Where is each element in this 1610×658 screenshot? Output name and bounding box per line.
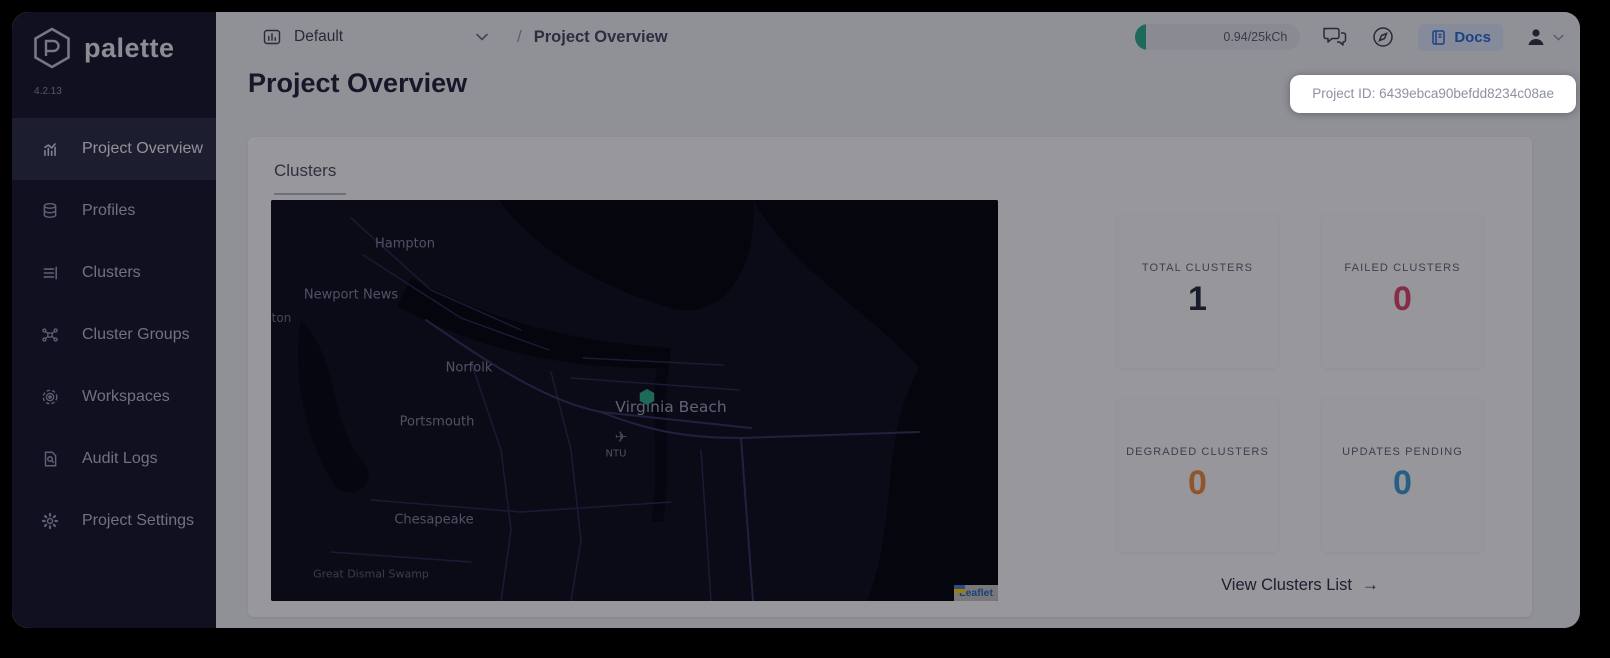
docs-button[interactable]: Docs <box>1418 23 1503 51</box>
chevron-down-icon <box>1553 34 1564 41</box>
map-label: Virginia Beach <box>615 398 727 416</box>
sidebar-item-label: Audit Logs <box>82 450 158 467</box>
book-icon <box>1430 29 1447 46</box>
compass-icon[interactable] <box>1370 24 1396 50</box>
sidebar-item-project-overview[interactable]: Project Overview <box>12 118 216 180</box>
chevron-down-icon <box>476 33 488 41</box>
sidebar-item-profiles[interactable]: Profiles <box>12 180 216 242</box>
stat-value: 0 <box>1393 280 1412 318</box>
stat-value: 0 <box>1188 464 1207 502</box>
sidebar-item-label: Clusters <box>82 264 141 281</box>
stat-label: TOTAL CLUSTERS <box>1141 262 1254 274</box>
sidebar-item-label: Workspaces <box>82 388 170 405</box>
sidebar-item-audit-logs[interactable]: Audit Logs <box>12 428 216 490</box>
map-label: Portsmouth <box>399 414 475 430</box>
tab-clusters[interactable]: Clusters <box>274 161 336 181</box>
view-clusters-list-link[interactable]: View Clusters List → <box>1117 575 1483 595</box>
usage-progress-fill <box>1135 24 1147 50</box>
settings-gear-icon <box>40 511 60 531</box>
stat-degraded-clusters: DEGRADED CLUSTERS 0 <box>1117 397 1278 552</box>
stat-updates-pending: UPDATES PENDING 0 <box>1322 397 1483 552</box>
stat-label: UPDATES PENDING <box>1342 446 1463 458</box>
usage-text: 0.94/25kCh <box>1223 30 1288 44</box>
map-label: Great Dismal Swamp <box>313 567 429 581</box>
airport-icon: ✈ <box>614 429 628 446</box>
map-label: Hampton <box>375 236 435 252</box>
map-label: Chesapeake <box>394 512 474 528</box>
chart-icon <box>262 27 282 47</box>
map-label: NTU <box>605 448 627 460</box>
map-label: Newport News <box>303 287 399 303</box>
sidebar-nav: Project Overview Profiles Clusters Clust… <box>12 118 216 552</box>
overview-chart-icon <box>40 139 60 159</box>
map-label: llton <box>271 311 292 325</box>
tab-underline <box>274 193 346 195</box>
stat-value: 1 <box>1188 280 1207 318</box>
workspaces-rings-icon <box>40 387 60 407</box>
map-attribution[interactable]: Leaflet <box>954 585 998 601</box>
usage-badge[interactable]: 0.94/25kCh <box>1135 24 1301 50</box>
project-id-tooltip: Project ID: 6439ebca90befdd8234c08ae <box>1290 75 1576 113</box>
topbar-actions: 0.94/25kCh Docs <box>1135 12 1564 62</box>
user-menu[interactable] <box>1525 26 1564 48</box>
view-clusters-list-label: View Clusters List <box>1221 576 1352 594</box>
sidebar-item-label: Cluster Groups <box>82 326 190 343</box>
breadcrumb-separator: / <box>517 27 522 46</box>
clusters-card: Clusters Hampton Newport News ton Norfol… <box>248 137 1532 617</box>
app-window: palette 4.2.13 Project Overview Profiles… <box>12 12 1580 628</box>
docs-button-label: Docs <box>1454 28 1491 46</box>
sidebar-item-workspaces[interactable]: Workspaces <box>12 366 216 428</box>
chat-icon[interactable] <box>1322 24 1348 50</box>
stat-value: 0 <box>1393 464 1412 502</box>
cluster-groups-nodes-icon <box>40 325 60 345</box>
audit-logs-icon <box>40 449 60 469</box>
brand-name: palette <box>84 32 175 63</box>
stat-total-clusters: TOTAL CLUSTERS 1 <box>1117 213 1278 368</box>
app-version: 4.2.13 <box>34 86 62 97</box>
sidebar-item-project-settings[interactable]: Project Settings <box>12 490 216 552</box>
cluster-stats: TOTAL CLUSTERS 1 FAILED CLUSTERS 0 DEGRA… <box>1117 213 1483 552</box>
sidebar-item-label: Project Settings <box>82 512 195 529</box>
stat-failed-clusters: FAILED CLUSTERS 0 <box>1322 213 1483 368</box>
sidebar-item-label: Project Overview <box>82 140 203 157</box>
sidebar-item-clusters[interactable]: Clusters <box>12 242 216 304</box>
user-icon <box>1525 26 1547 48</box>
page-title: Project Overview <box>248 68 468 98</box>
brand: palette <box>30 26 175 70</box>
ukraine-flag-icon <box>954 585 966 593</box>
clusters-map[interactable]: Hampton Newport News llton Norfolk Virgi… <box>271 200 998 601</box>
scope-selector-value: Default <box>294 28 344 45</box>
breadcrumb-current[interactable]: Project Overview <box>534 28 668 47</box>
stat-label: FAILED CLUSTERS <box>1344 262 1461 274</box>
arrow-right-icon: → <box>1361 575 1379 594</box>
profiles-stack-icon <box>40 201 60 221</box>
map-label: Norfolk <box>445 360 493 376</box>
topbar: Default / Project Overview 0.94/25kCh Do… <box>216 12 1580 62</box>
palette-logo-icon <box>30 26 74 70</box>
breadcrumb: / Project Overview <box>517 22 668 52</box>
clusters-list-icon <box>40 263 60 283</box>
sidebar-item-label: Profiles <box>82 202 136 219</box>
sidebar-item-cluster-groups[interactable]: Cluster Groups <box>12 304 216 366</box>
project-scope-selector[interactable]: Default <box>262 22 488 52</box>
sidebar: palette 4.2.13 Project Overview Profiles… <box>12 12 216 628</box>
stat-label: DEGRADED CLUSTERS <box>1126 446 1269 458</box>
